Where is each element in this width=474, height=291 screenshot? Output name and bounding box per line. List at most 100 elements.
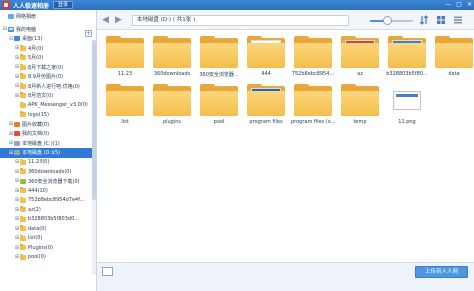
drive-icon [14, 140, 20, 146]
sidebar-item[interactable]: ⊞ 444(10) [0, 186, 96, 196]
sidebar-item-label: b328803b5f803d0... [28, 216, 80, 223]
sidebar-item[interactable]: logo(15) [0, 110, 96, 120]
image-thumbnail-icon [388, 84, 426, 117]
folder-item[interactable]: az [338, 36, 382, 82]
sidebar-item[interactable]: ⊞ 8.9月份图片(0) [0, 72, 96, 82]
folder-tree: 网络相册 ⊟ 我的电脑 ⊟ 桌面(13) ⊞ 4月(0) ⊞ 5月(0) ⊞ 8月下载之家(0) ⊞ 8… [0, 12, 96, 262]
sidebar-item[interactable]: ⊞ 我的文档(0) [0, 129, 96, 139]
grid-view-icon[interactable] [436, 15, 446, 25]
folder-item[interactable]: temp [338, 84, 382, 130]
sidebar-item[interactable]: ⊞ 8月下载之家(0) [0, 63, 96, 73]
forward-arrow-icon[interactable]: ▶ [115, 16, 122, 25]
folder-item[interactable]: b328803b5f80... [385, 36, 429, 82]
network-icon [8, 14, 14, 20]
sidebar-item[interactable]: ⊞ 图片收藏(0) [0, 120, 96, 130]
folder-icon [247, 84, 285, 117]
folder-icon [20, 253, 26, 260]
sidebar-item[interactable]: APK_Messenger_v3.0(0) [0, 101, 96, 111]
sidebar-item[interactable]: ⊞ 4月(0) [0, 44, 96, 54]
sidebar-item-label: 本地磁盘 (C:)(1) [22, 140, 60, 147]
scrollbar-thumb[interactable] [92, 40, 96, 200]
sidebar-item[interactable]: ⊞ b328803b5f803d0... [0, 215, 96, 225]
sidebar-item[interactable]: ⊞ 8月范文(0) [0, 91, 96, 101]
folder-item[interactable]: pool [197, 84, 241, 130]
sort-icon[interactable] [419, 15, 429, 25]
close-icon[interactable]: ✕ [467, 0, 472, 10]
file-name: pool [213, 119, 225, 125]
folder-item[interactable]: data [432, 36, 474, 82]
folder-item[interactable]: program files (x... [291, 84, 335, 130]
folder-icon [341, 84, 379, 117]
folder-icon [20, 206, 26, 213]
sidebar-item[interactable]: ⊞ 360downloads(0) [0, 167, 96, 177]
folder-item[interactable]: 360downloads [150, 36, 194, 82]
folder-item[interactable]: 752b8ebc8954... [291, 36, 335, 82]
folder-item[interactable]: plugins [150, 84, 194, 130]
sidebar-item-label: 360安全浏览器下载(0) [28, 178, 80, 185]
list-view-icon[interactable] [453, 15, 463, 25]
computer-icon [8, 26, 14, 32]
sidebar-item-label: list(0) [28, 235, 43, 242]
minimize-icon[interactable]: — [445, 0, 451, 10]
sidebar-item[interactable]: ⊞ 本地磁盘 (C:)(1) [0, 139, 96, 149]
sidebar-item-label: 网络相册 [16, 14, 37, 21]
file-name: az [357, 71, 363, 77]
folder-item[interactable]: program files [244, 84, 288, 130]
image-file-item[interactable]: 11.png [385, 84, 429, 130]
folder-item[interactable]: 444 [244, 36, 288, 82]
folder-icon [200, 36, 238, 69]
sidebar-item[interactable]: ⊞ az(2) [0, 205, 96, 215]
sidebar: 网络相册 ⊟ 我的电脑 ⊟ 桌面(13) ⊞ 4月(0) ⊞ 5月(0) ⊞ 8月下载之家(0) ⊞ 8… [0, 10, 97, 291]
folder-icon [20, 158, 26, 165]
zoom-slider-knob[interactable] [382, 16, 392, 25]
sidebar-item[interactable]: ⊞ data(0) [0, 224, 96, 234]
folder-icon [20, 225, 26, 232]
sidebar-item[interactable]: ⊟ 桌面(13) [0, 34, 96, 44]
sidebar-item[interactable]: ⊞ 5月(0) [0, 53, 96, 63]
maximize-icon[interactable]: □ [456, 0, 462, 10]
file-name: list [121, 119, 129, 125]
sidebar-item-label: az(2) [28, 206, 41, 213]
sidebar-item-label: pool(0) [28, 254, 46, 261]
drive-icon [14, 150, 20, 156]
file-name: plugins [162, 119, 182, 125]
sidebar-item[interactable]: ⊞ 360安全浏览器下载(0) [0, 177, 96, 187]
sidebar-item-label: 5月(0) [28, 55, 44, 62]
folder-icon [20, 111, 26, 118]
path-bar: 本地磁盘 (D:) ( 共1张 ) [132, 15, 349, 26]
file-name: b328803b5f80... [386, 71, 428, 77]
login-button[interactable]: 登录 [53, 1, 74, 9]
back-arrow-icon[interactable]: ◀ [102, 16, 109, 25]
sidebar-item[interactable]: ⊞ pool(0) [0, 253, 96, 263]
folder-icon [20, 82, 26, 89]
sidebar-item[interactable]: ⊟ 本地磁盘 (D:)(5) [0, 148, 96, 158]
sidebar-item-label: 360downloads(0) [28, 168, 72, 175]
sidebar-item-label: 本地磁盘 (D:)(5) [22, 150, 61, 157]
upload-button[interactable]: 上传到人人网 [415, 266, 468, 278]
folder-icon [20, 196, 26, 203]
folder-item[interactable]: list [103, 84, 147, 130]
file-name: data [448, 71, 460, 77]
folder-icon [247, 36, 285, 69]
sidebar-item[interactable]: ⊞ list(0) [0, 234, 96, 244]
sidebar-item[interactable]: ⊞ 752b8ebc8954d7e4f... [0, 196, 96, 206]
add-folder-icon[interactable]: + [85, 30, 92, 37]
sidebar-item[interactable]: ⊞ 8月新人进行吧.优格(0) [0, 82, 96, 92]
file-name: program files (x... [291, 119, 335, 125]
folder-item[interactable]: 360安全浏览器... [197, 36, 241, 82]
folder-icon [20, 187, 26, 194]
sidebar-item[interactable]: ⊟ 我的电脑 [0, 25, 96, 35]
image-icon [14, 121, 20, 127]
file-name: 444 [261, 71, 271, 77]
fullscreen-icon[interactable] [102, 267, 113, 276]
folder-icon [20, 101, 26, 108]
folder-icon [20, 244, 26, 251]
sidebar-item[interactable]: ⊞ 11.23(0) [0, 158, 96, 168]
sidebar-scrollbar[interactable] [92, 40, 96, 275]
sidebar-item-label: 8月下载之家(0) [28, 64, 64, 71]
sidebar-item[interactable]: ⊞ Plugins(0) [0, 243, 96, 253]
folder-icon [435, 36, 473, 69]
folder-icon [20, 73, 26, 80]
folder-item[interactable]: 11.23 [103, 36, 147, 82]
sidebar-item[interactable]: 网络相册 [0, 12, 96, 22]
